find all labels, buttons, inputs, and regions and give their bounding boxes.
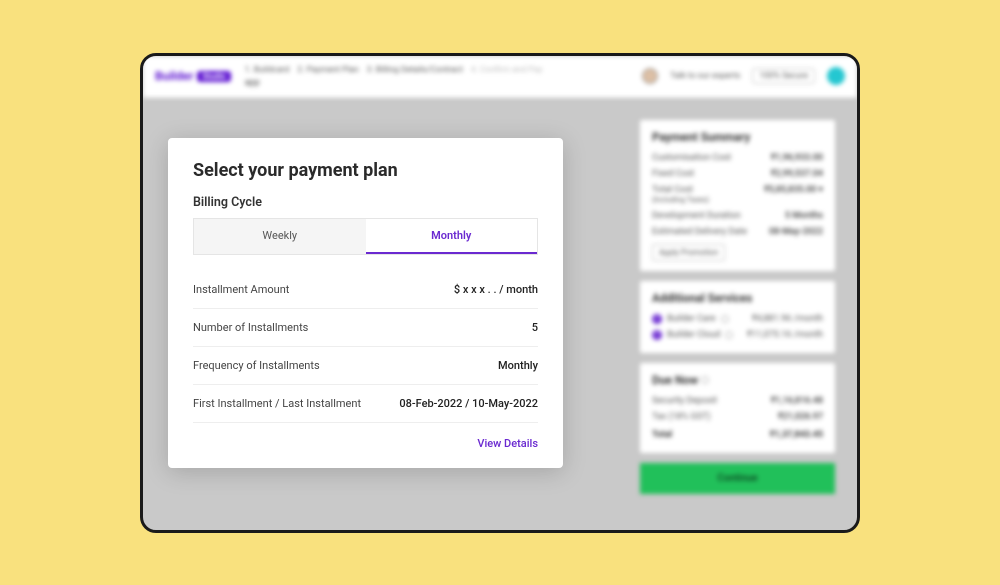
detail-row: Installment Amount $ x x x . . / month	[193, 271, 538, 309]
secure-badge: 100% Secure	[752, 68, 815, 84]
summary-value: ₹1,96,933.00	[771, 153, 823, 163]
summary-label: Estimated Delivery Date	[652, 227, 747, 237]
summary-value: ₹2,99,537.04	[771, 169, 823, 179]
detail-value: $ x x x . . / month	[454, 283, 538, 296]
right-column: Payment Summary Customisation Cost ₹1,96,…	[640, 120, 835, 494]
summary-label: Customisation Cost	[652, 153, 731, 163]
app-window: Builder Studio 1. Buildcard 2. Payment P…	[140, 53, 860, 533]
detail-row: Frequency of Installments Monthly	[193, 347, 538, 385]
background-ui: Builder Studio 1. Buildcard 2. Payment P…	[143, 56, 857, 98]
service-row: Builder Care ₹4,881.96 /month	[652, 311, 823, 327]
service-label: Builder Care	[667, 314, 716, 324]
due-total-label: Total	[652, 430, 672, 440]
detail-label: Frequency of Installments	[193, 359, 320, 372]
talk-to-experts-link[interactable]: Talk to our experts	[670, 71, 740, 81]
continue-button[interactable]: Continue	[640, 463, 835, 494]
user-avatar-icon[interactable]	[827, 67, 845, 85]
additional-services-title: Additional Services	[652, 291, 823, 305]
due-now-title: Due Now	[652, 373, 823, 387]
service-value: ₹4,881.96 /month	[752, 314, 823, 324]
breadcrumb-step-2: 2. Payment Plan	[297, 65, 358, 75]
billing-cycle-tabs: Weekly Monthly	[193, 218, 538, 255]
logo-badge: Studio	[197, 71, 230, 82]
detail-row: First Installment / Last Installment 08-…	[193, 385, 538, 423]
billing-cycle-label: Billing Cycle	[193, 195, 538, 210]
tab-weekly[interactable]: Weekly	[194, 219, 366, 254]
summary-label: Development Duration	[652, 211, 741, 221]
info-icon[interactable]	[701, 376, 709, 384]
top-bar: Builder Studio 1. Buildcard 2. Payment P…	[143, 56, 857, 98]
info-icon[interactable]	[725, 331, 733, 339]
detail-row: Number of Installments 5	[193, 309, 538, 347]
summary-value: 5 Months	[785, 211, 823, 221]
due-value: ₹21,026.97	[778, 412, 823, 422]
detail-value: Monthly	[498, 359, 538, 372]
due-label: Security Deposit	[652, 396, 717, 406]
service-label: Builder Cloud	[667, 330, 720, 340]
due-now-card: Due Now Security Deposit ₹1,16,816.48 Tax…	[640, 363, 835, 453]
additional-services-card: Additional Services Builder Care ₹4,881.…	[640, 281, 835, 353]
logo: Builder Studio	[155, 69, 231, 83]
payment-summary-title: Payment Summary	[652, 130, 823, 144]
modal-title: Select your payment plan	[193, 160, 538, 181]
payment-summary-card: Payment Summary Customisation Cost ₹1,96,…	[640, 120, 835, 271]
check-icon[interactable]	[652, 314, 662, 324]
total-cost-value[interactable]: ₹5,85,835.00 ▾	[764, 185, 823, 205]
breadcrumb: 1. Buildcard 2. Payment Plan 3. Billing …	[245, 65, 543, 88]
logo-text: Builder	[155, 69, 193, 83]
detail-label: Number of Installments	[193, 321, 308, 334]
breadcrumb-step-4: 4. Confirm and Pay	[471, 65, 542, 75]
apply-promotion-button[interactable]: Apply Promotion	[652, 244, 725, 261]
due-value: ₹1,16,816.48	[771, 396, 823, 406]
detail-label: First Installment / Last Installment	[193, 397, 361, 410]
top-right: Talk to our experts 100% Secure	[642, 67, 845, 85]
due-total-value: ₹1,37,843.45	[770, 430, 823, 440]
detail-label: Installment Amount	[193, 283, 289, 296]
view-details-link[interactable]: View Details	[193, 423, 538, 450]
total-cost-label: Total Cost (Including Taxes)	[652, 185, 709, 205]
check-icon[interactable]	[652, 330, 662, 340]
summary-value: 08-May-2022	[769, 227, 823, 237]
breadcrumb-step-3: 3. Billing Details/Contract	[367, 65, 463, 75]
service-row: Builder Cloud ₹11,075.16 /month	[652, 327, 823, 343]
detail-value: 5	[532, 321, 538, 334]
service-value: ₹11,075.16 /month	[747, 330, 823, 340]
due-label: Tax (18% GST)	[652, 412, 710, 422]
breadcrumb-step-1: 1. Buildcard	[245, 65, 290, 75]
caret-down-icon: ▾	[818, 185, 823, 195]
tab-monthly[interactable]: Monthly	[366, 219, 538, 254]
project-name: app	[245, 78, 543, 88]
expert-avatar-icon	[642, 68, 658, 84]
payment-plan-modal: Select your payment plan Billing Cycle W…	[168, 138, 563, 468]
summary-label: Fixed Cost	[652, 169, 694, 179]
detail-value: 08-Feb-2022 / 10-May-2022	[399, 397, 538, 410]
info-icon[interactable]	[721, 315, 729, 323]
